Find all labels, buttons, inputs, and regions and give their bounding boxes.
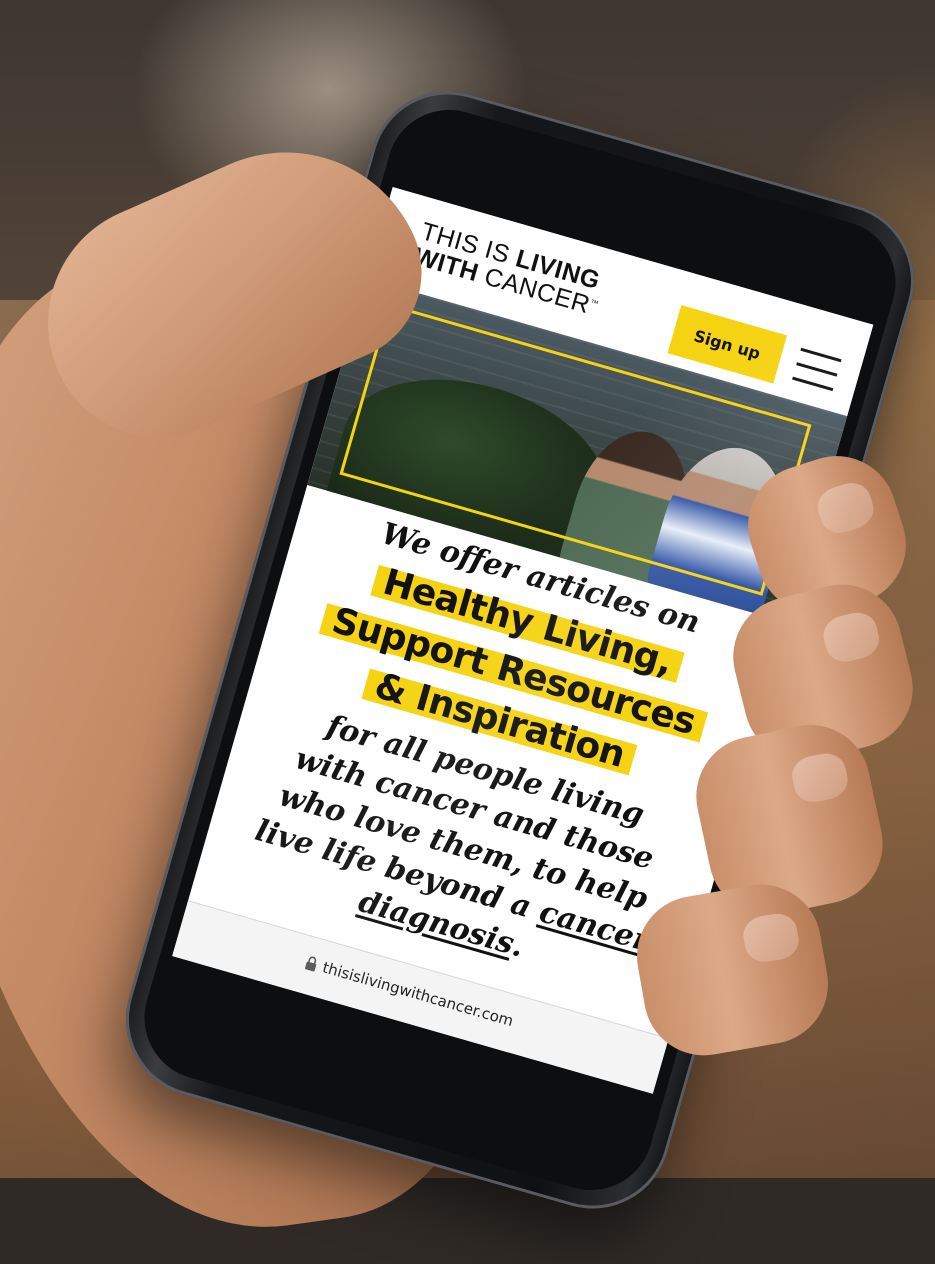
menu-bar	[800, 347, 842, 363]
hamburger-menu-icon[interactable]	[791, 344, 843, 396]
fingernail	[740, 910, 802, 966]
menu-bar	[792, 376, 834, 392]
fingernail	[819, 608, 884, 666]
fingernail	[812, 477, 879, 539]
menu-bar	[796, 362, 838, 377]
lock-icon	[305, 956, 317, 972]
fingernail	[788, 749, 852, 806]
trademark-symbol: ™	[589, 297, 601, 309]
